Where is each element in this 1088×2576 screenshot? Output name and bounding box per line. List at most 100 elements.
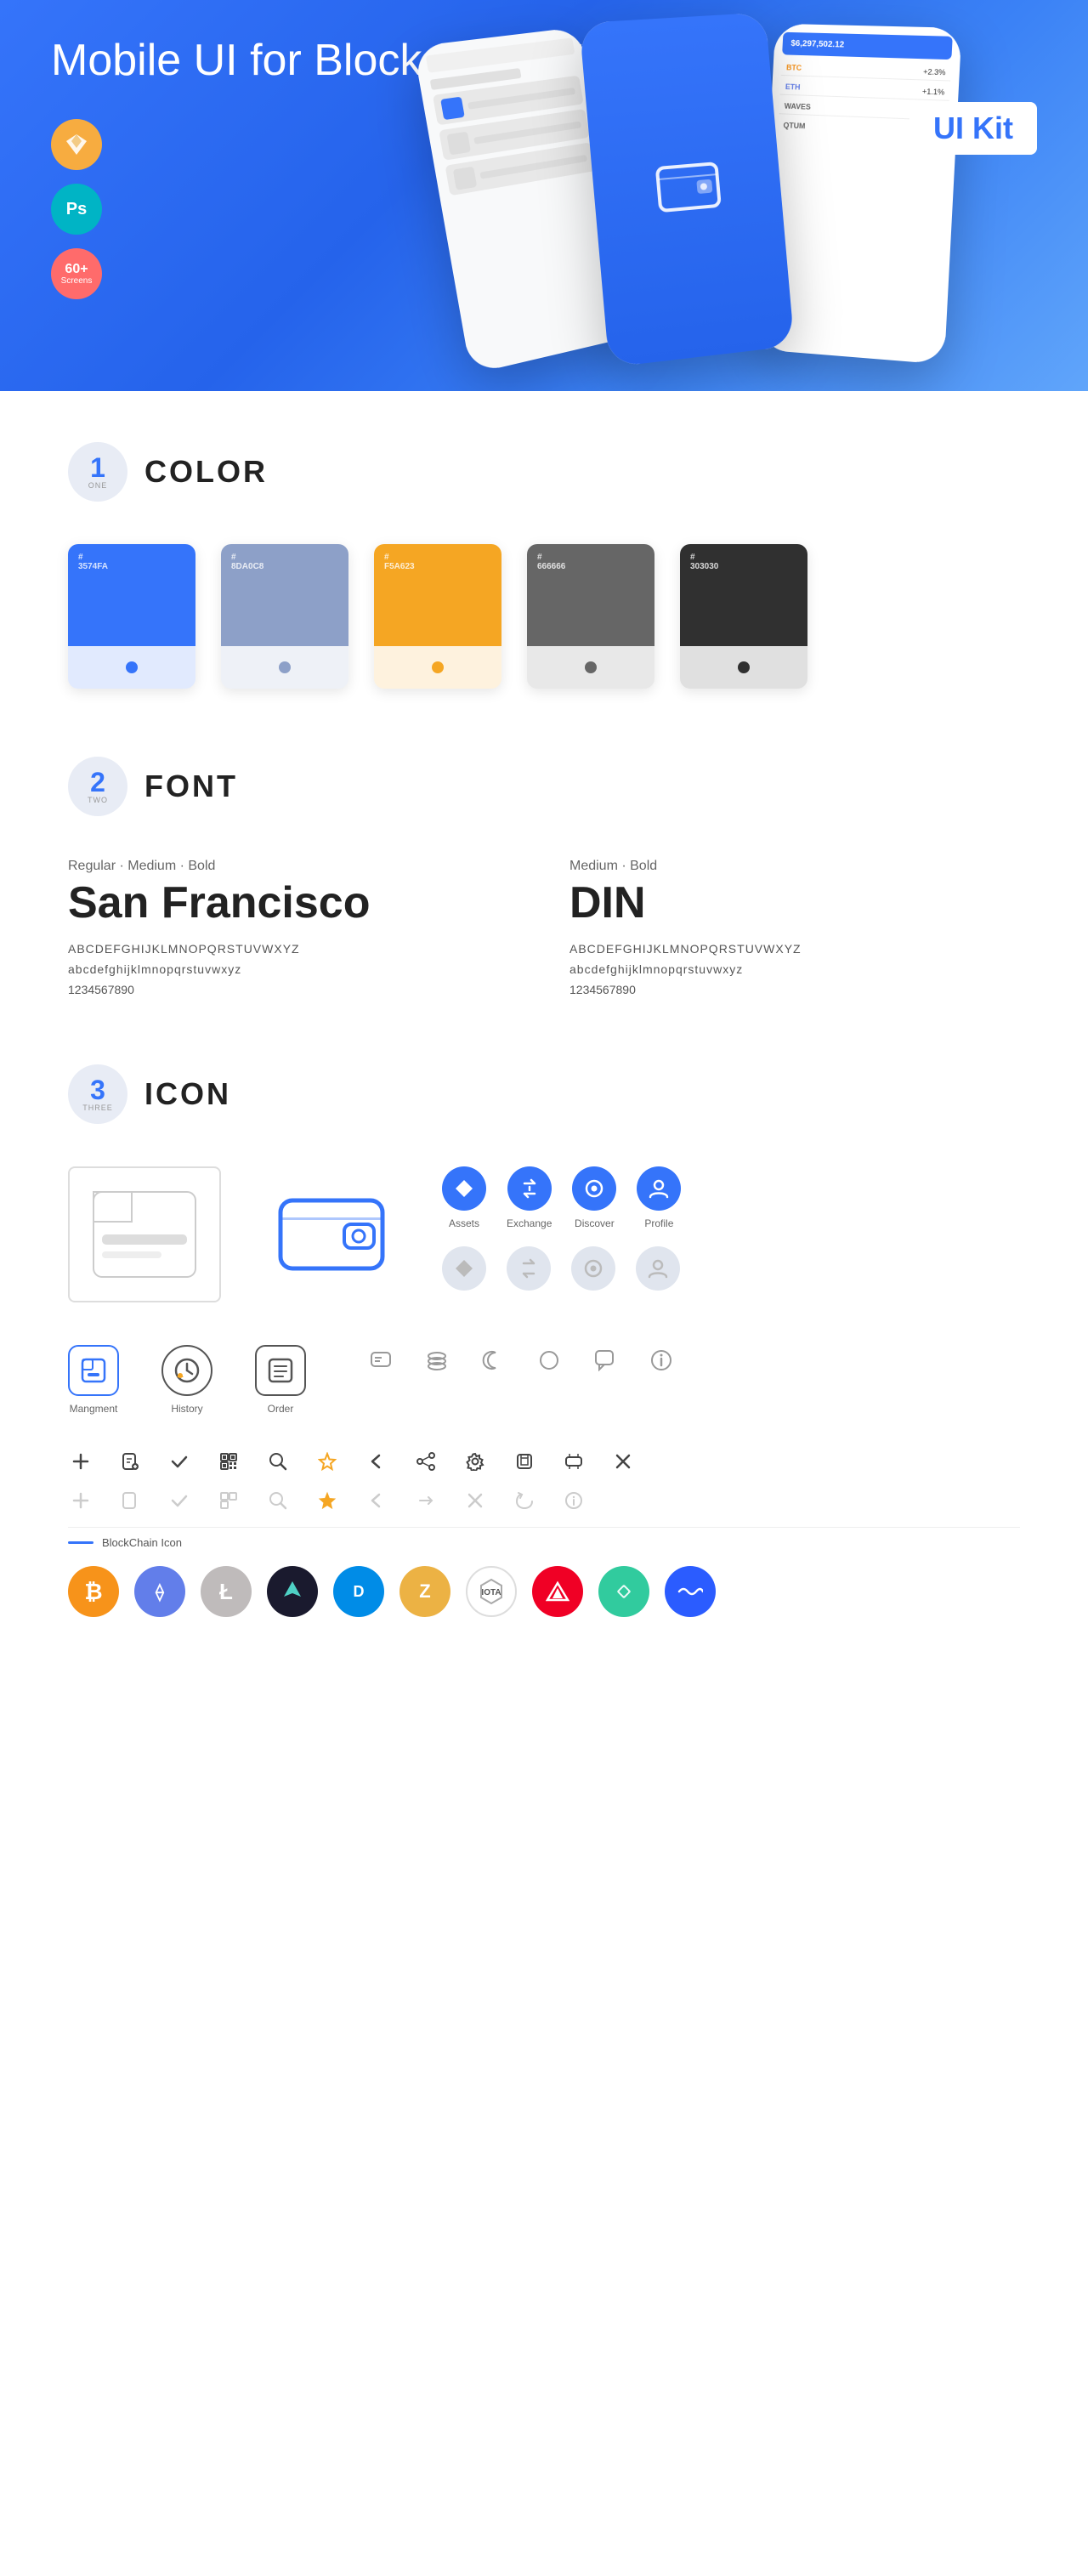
phone-screen-center [579,12,794,367]
order-icon-item: Order [255,1345,306,1415]
font-showcase: Regular · Medium · Bold San Francisco AB… [68,859,1020,996]
font-din: Medium · Bold DIN ABCDEFGHIJKLMNOPQRSTUV… [570,859,1020,996]
icon-section-header: 3 THREE ICON [68,1064,1020,1124]
wallet-icon [652,155,724,220]
star-icon [314,1449,340,1474]
ui-kit-badge: UI Kit [910,102,1037,155]
icon-main-row: Assets Exchange [68,1166,1020,1302]
zcash-coin: Z [400,1566,450,1617]
undo-icon-gray [512,1488,537,1513]
speech-bubble-icon [590,1345,620,1376]
wallet-colored-svg [272,1183,391,1285]
divider [68,1527,1020,1528]
nav-icons-row-1: Assets Exchange [442,1166,681,1229]
icon-title: ICON [144,1076,231,1112]
tool-badges: Ps 60+ Screens [51,119,102,299]
font-title: FONT [144,769,238,804]
color-card-dark: #303030 [680,544,808,689]
resize-icon [561,1449,586,1474]
nav-icons-colored: Assets Exchange [442,1166,681,1291]
ps-badge: Ps [51,184,102,235]
phone-mockup-center [579,12,794,367]
cross-icon-gray [462,1488,488,1513]
toolbar-icons-row-2 [68,1488,1020,1513]
icon-blueprint-wireframe [68,1166,221,1302]
check-icon-gray [167,1488,192,1513]
mangment-icon [68,1345,119,1396]
screens-badge: 60+ Screens [51,248,102,299]
toolbar-icons-row-1 [68,1449,1020,1474]
section-number-3: 3 THREE [68,1064,128,1124]
mgmt-icons-row: Mangment History [68,1345,1020,1415]
blockchain-label: BlockChain Icon [68,1536,1020,1549]
profile-icon [637,1166,681,1211]
hero-section: Mobile UI for Blockchain Wallet UI Kit P… [0,0,1088,391]
qr-icon [216,1449,241,1474]
star-icon-accent [314,1488,340,1513]
exchange-icon-item: Exchange [507,1166,552,1229]
icon-showcase: Assets Exchange [68,1166,1020,1668]
qr-icon-gray [216,1488,241,1513]
svg-text:IOTA: IOTA [481,1588,501,1597]
history-icon [162,1345,212,1396]
section-number-2: 2 TWO [68,757,128,816]
document-icon-gray [117,1488,143,1513]
share-icon [413,1449,439,1474]
mangment-icon-item: Mangment [68,1345,119,1415]
exchange-icon-gray-item [507,1246,551,1291]
font-sf: Regular · Medium · Bold San Francisco AB… [68,859,518,996]
back-icon-gray [364,1488,389,1513]
profile-icon-gray-item [636,1246,680,1291]
blockchain-line [68,1541,94,1544]
main-content: 1 ONE COLOR #3574FA #8DA0C8 #F5A623 [0,442,1088,1668]
assets-icon-gray-item [442,1246,486,1291]
ark-coin [532,1566,583,1617]
color-card-gray-blue: #8DA0C8 [221,544,348,689]
assets-icon [442,1166,486,1211]
circle-icon [534,1345,564,1376]
layers-icon [422,1345,452,1376]
search-icon-gray [265,1488,291,1513]
exchange-icon-gray [507,1246,551,1291]
assets-icon-item: Assets [442,1166,486,1229]
chat-icon [366,1345,396,1376]
color-card-orange: #F5A623 [374,544,502,689]
profile-icon-item: Profile [637,1166,681,1229]
ltc-coin: Ł [201,1566,252,1617]
eth-coin: ⟠ [134,1566,185,1617]
btc-coin: ₿ [68,1566,119,1617]
color-swatches: #3574FA #8DA0C8 #F5A623 #666666 [68,544,1020,689]
sketch-badge [51,119,102,170]
order-icon [255,1345,306,1396]
arrows-icon-gray [413,1488,439,1513]
discover-icon [572,1166,616,1211]
search-icon [265,1449,291,1474]
assets-icon-gray [442,1246,486,1291]
discover-icon-gray [571,1246,615,1291]
color-card-blue: #3574FA [68,544,196,689]
color-section-header: 1 ONE COLOR [68,442,1020,502]
plus-icon-gray [68,1488,94,1513]
discover-icon-gray-item [571,1246,615,1291]
crypto-coins-row: ₿ ⟠ Ł D Z [68,1566,1020,1668]
color-card-medium-gray: #666666 [527,544,654,689]
sketch-icon [63,131,90,158]
color-title: COLOR [144,454,268,490]
section-number-1: 1 ONE [68,442,128,502]
icon-wallet-colored [255,1166,408,1302]
discover-icon-item: Discover [572,1166,616,1229]
font-grid: Regular · Medium · Bold San Francisco AB… [68,859,1020,996]
wings-coin [267,1566,318,1617]
crescent-icon [478,1345,508,1376]
info-circle-icon-gray [561,1488,586,1513]
nav-icons-row-2-gray [442,1246,681,1291]
misc-icons-area [366,1345,677,1393]
history-icon-item: History [162,1345,212,1415]
kyber-coin [598,1566,649,1617]
waves-coin [665,1566,716,1617]
profile-icon-gray [636,1246,680,1291]
dash-coin: D [333,1566,384,1617]
misc-icons-row-1 [366,1345,677,1376]
phone-mockups: $6,297,502.12 BTC +2.3% ETH +1.1% WAVES … [425,0,1088,391]
import-icon [512,1449,537,1474]
